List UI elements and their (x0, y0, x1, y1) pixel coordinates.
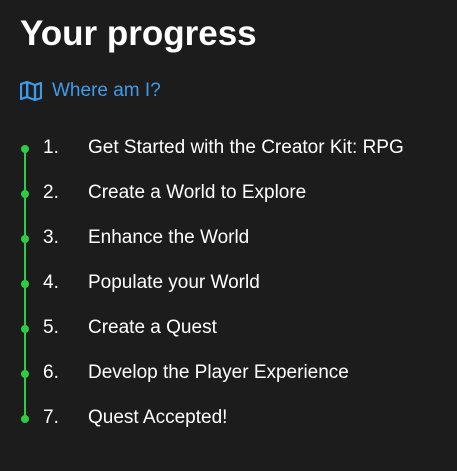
step-dot (21, 235, 29, 243)
steps-list: 1. Get Started with the Creator Kit: RPG… (0, 125, 457, 440)
step-item-6[interactable]: 6. Develop the Player Experience (0, 350, 457, 395)
step-label: Quest Accepted! (88, 407, 228, 428)
step-dot (21, 280, 29, 288)
step-item-5[interactable]: 5. Create a Quest (0, 305, 457, 350)
where-am-i-label: Where am I? (52, 80, 161, 101)
progress-timeline: 1. Get Started with the Creator Kit: RPG… (0, 125, 457, 440)
step-item-7[interactable]: 7. Quest Accepted! (0, 395, 457, 440)
map-icon (20, 80, 42, 102)
step-number: 1. (43, 137, 59, 158)
step-label: Create a Quest (88, 317, 217, 338)
step-number: 4. (43, 272, 59, 293)
where-am-i-link[interactable]: Where am I? (20, 78, 161, 104)
step-label: Create a World to Explore (88, 182, 307, 203)
step-label: Populate your World (88, 272, 260, 293)
step-number: 7. (43, 407, 59, 428)
step-label: Get Started with the Creator Kit: RPG (88, 137, 404, 158)
step-number: 5. (43, 317, 59, 338)
step-dot (21, 325, 29, 333)
step-dot (21, 190, 29, 198)
step-dot (21, 145, 29, 153)
step-item-3[interactable]: 3. Enhance the World (0, 215, 457, 260)
step-number: 3. (43, 227, 59, 248)
step-item-1[interactable]: 1. Get Started with the Creator Kit: RPG (0, 125, 457, 170)
step-dot (21, 370, 29, 378)
step-number: 2. (43, 182, 59, 203)
step-item-2[interactable]: 2. Create a World to Explore (0, 170, 457, 215)
page-title: Your progress (20, 14, 257, 53)
step-label: Develop the Player Experience (88, 362, 349, 383)
step-label: Enhance the World (88, 227, 250, 248)
step-dot (21, 415, 29, 423)
step-number: 6. (43, 362, 59, 383)
step-item-4[interactable]: 4. Populate your World (0, 260, 457, 305)
progress-panel: Your progress Where am I? 1. Get Started… (0, 0, 457, 471)
